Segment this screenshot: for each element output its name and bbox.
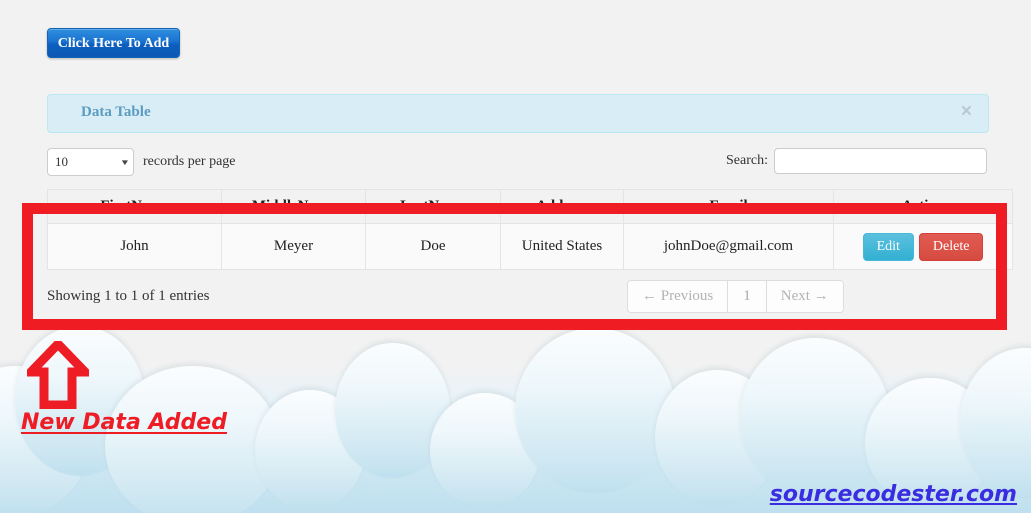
add-record-button[interactable]: Click Here To Add: [47, 28, 180, 58]
cell-lastname: Doe: [365, 223, 501, 270]
pagination: ← Previous 1 Next →: [627, 280, 844, 313]
column-header-firstname[interactable]: FirstName: [47, 189, 222, 224]
annotation-caption: New Data Added: [21, 410, 227, 435]
search-label: Search:: [726, 153, 768, 168]
chevron-down-icon: ▼: [119, 157, 131, 167]
cell-action: Edit Delete: [833, 223, 1013, 270]
column-header-action[interactable]: Action: [833, 189, 1013, 224]
records-table: FirstName MiddleName LastName Address Em…: [47, 189, 1013, 270]
records-per-page-value: 10: [55, 154, 68, 169]
data-table-container: 10 ▼ records per page Search: FirstName …: [47, 148, 1013, 322]
records-per-page-select[interactable]: 10 ▼: [47, 148, 134, 176]
table-controls: 10 ▼ records per page Search:: [47, 148, 987, 188]
table-head: FirstName MiddleName LastName Address Em…: [47, 189, 1013, 224]
cell-address: United States: [500, 223, 624, 270]
entries-info: Showing 1 to 1 of 1 entries: [47, 288, 210, 304]
edit-button[interactable]: Edit: [862, 232, 914, 261]
data-table-panel-header: Data Table ×: [47, 94, 989, 133]
records-per-page-label: records per page: [143, 154, 236, 169]
panel-title: Data Table: [81, 104, 151, 120]
pagination-page-1[interactable]: 1: [728, 281, 767, 312]
close-icon[interactable]: ×: [961, 99, 972, 125]
table-footer: Showing 1 to 1 of 1 entries ← Previous 1…: [47, 280, 987, 322]
pagination-next[interactable]: Next →: [766, 281, 843, 312]
column-header-address[interactable]: Address: [500, 189, 624, 224]
cell-middlename: Meyer: [221, 223, 366, 270]
search-input[interactable]: [774, 148, 987, 174]
cell-firstname: John: [47, 223, 222, 270]
cell-email: johnDoe@gmail.com: [623, 223, 834, 270]
watermark: sourcecodester.com: [769, 482, 1017, 507]
search-control: Search:: [726, 148, 987, 174]
up-arrow-icon: [27, 341, 89, 409]
delete-button[interactable]: Delete: [918, 232, 984, 261]
pagination-previous[interactable]: ← Previous: [628, 281, 729, 312]
table-row: John Meyer Doe United States johnDoe@gma…: [47, 223, 1013, 270]
page-length-control: 10 ▼ records per page: [47, 148, 236, 176]
cloud-shape: [105, 366, 280, 513]
cloud-shape: [515, 328, 675, 493]
table-header-row: FirstName MiddleName LastName Address Em…: [47, 189, 1013, 224]
table-body: John Meyer Doe United States johnDoe@gma…: [47, 223, 1013, 270]
column-header-middlename[interactable]: MiddleName: [221, 189, 366, 224]
cloud-shape: [740, 338, 890, 498]
column-header-lastname[interactable]: LastName: [365, 189, 501, 224]
column-header-email[interactable]: Email: [623, 189, 834, 224]
